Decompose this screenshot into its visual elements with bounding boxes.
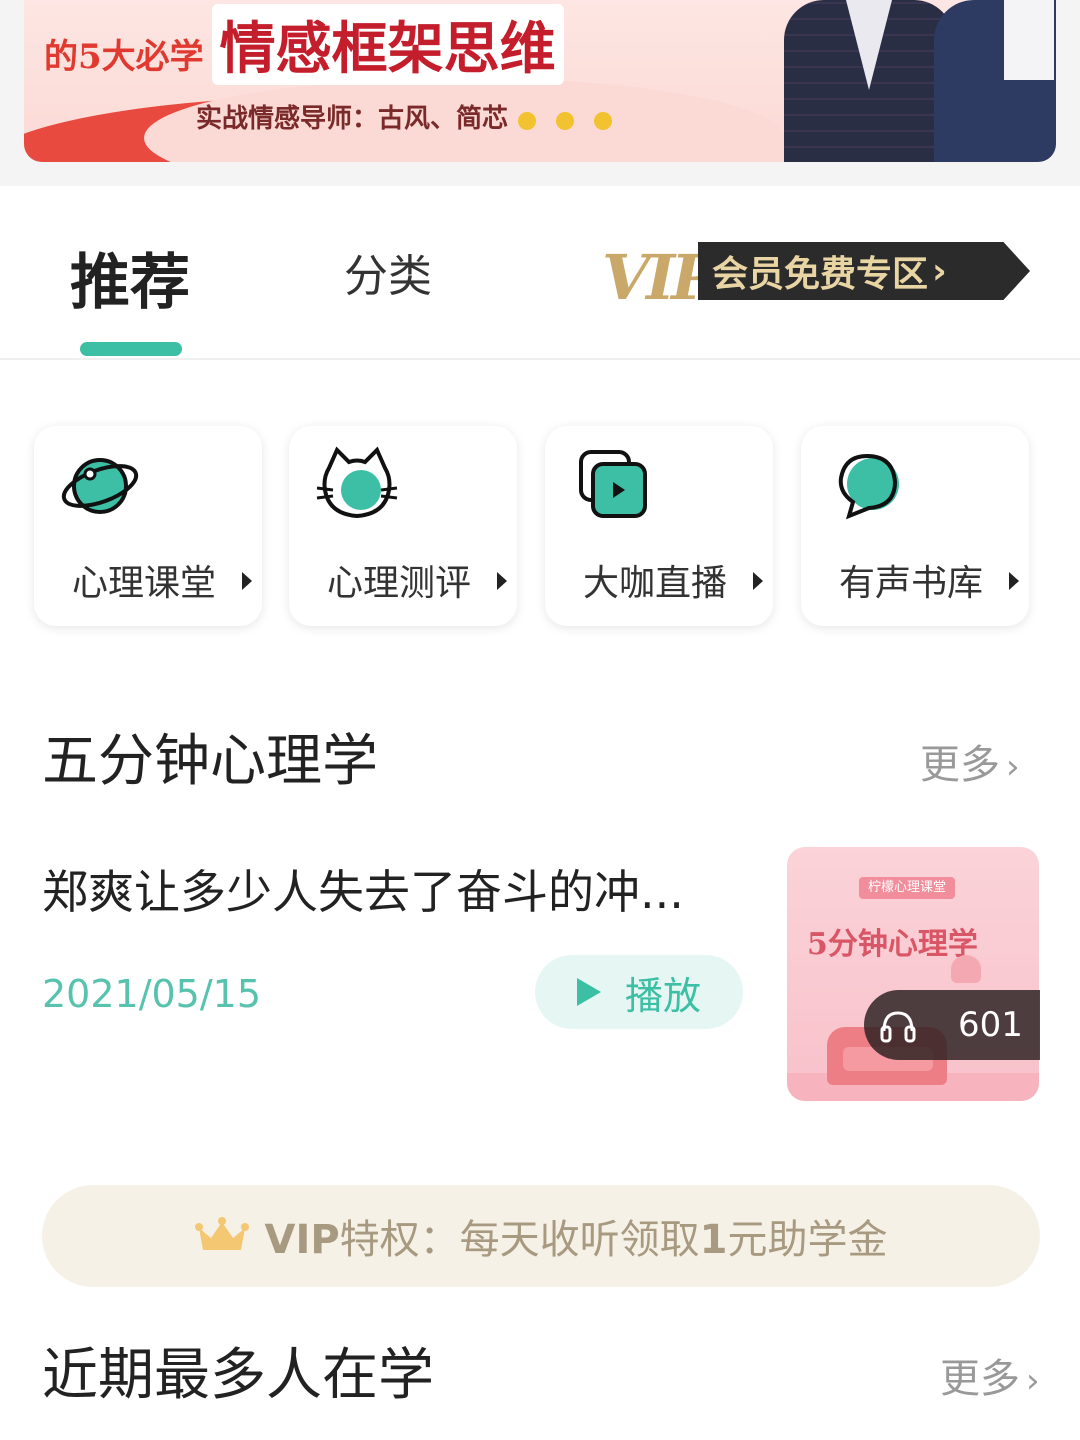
- active-tab-indicator: [80, 342, 182, 356]
- cat-icon: [316, 446, 398, 519]
- banner-headline: 的5大必学 情感框架思维: [44, 4, 564, 85]
- card-label: 大咖直播: [583, 563, 728, 604]
- more-link-popular[interactable]: 更多 ›: [940, 1346, 1040, 1404]
- more-link-five-min[interactable]: 更多 ›: [920, 732, 1020, 790]
- chat-bubble-icon: [838, 453, 899, 520]
- listen-count: 601: [958, 1005, 1023, 1045]
- vip-privilege-text: VIP特权：每天收听领取1元助学金: [265, 1207, 888, 1265]
- banner-title: 情感框架思维: [211, 4, 564, 85]
- caret-right-icon: [242, 572, 252, 590]
- tab-recommend[interactable]: 推荐: [70, 234, 190, 321]
- banner-container: 的5大必学 情感框架思维 实战情感导师：古风、简芯: [0, 0, 1080, 186]
- mentor-figure: [784, 0, 954, 162]
- vip-privilege-suffix: 元助学金: [727, 1217, 888, 1263]
- crown-icon: [194, 1217, 249, 1250]
- caret-right-icon: [753, 572, 763, 590]
- vip-logo: VIP: [602, 241, 718, 314]
- play-label: 播放: [624, 973, 701, 1018]
- section-title-five-min: 五分钟心理学: [42, 729, 378, 794]
- card-label: 心理课堂: [72, 563, 217, 604]
- more-label: 更多: [940, 1356, 1020, 1402]
- episode-thumbnail[interactable]: 柠檬心理课堂 5分钟心理学: [787, 847, 1039, 1101]
- mentor-figure: [934, 0, 1056, 162]
- planet-icon: [61, 458, 139, 514]
- chevron-right-icon: ›: [932, 250, 947, 292]
- banner-mentor-photo: [744, 0, 1056, 162]
- card-psych-assessment[interactable]: 心理测评: [289, 426, 517, 626]
- vip-prefix: VIP: [264, 1217, 340, 1263]
- card-label: 有声书库: [839, 563, 984, 604]
- banner-prefix: 的5大必学: [44, 37, 204, 77]
- vip-privilege-body: 特权：每天收听领取: [339, 1217, 700, 1263]
- chevron-right-icon: ›: [1026, 1361, 1040, 1401]
- quick-access-cards: 心理课堂 心理测评 大咖直播 有声书库: [34, 426, 1034, 626]
- episode-title[interactable]: 郑爽让多少人失去了奋斗的冲...: [42, 856, 742, 922]
- banner-mentors: 实战情感导师：古风、简芯: [196, 104, 509, 134]
- caret-right-icon: [497, 572, 507, 590]
- tab-category[interactable]: 分类: [344, 240, 432, 304]
- more-label: 更多: [920, 742, 1000, 788]
- tab-bar: 推荐 分类 VIP 会员免费专区 ›: [0, 186, 1080, 360]
- card-psych-class[interactable]: 心理课堂: [34, 426, 262, 626]
- video-play-icon: [579, 450, 647, 518]
- section-title-popular: 近期最多人在学: [42, 1343, 434, 1408]
- listen-count-badge: 601: [864, 990, 1040, 1060]
- vip-amount: 1: [699, 1217, 728, 1263]
- thumb-title: 5分钟心理学: [807, 927, 978, 962]
- vip-zone-label: 会员免费专区: [712, 254, 929, 295]
- vip-zone-banner: 会员免费专区 ›: [698, 242, 1030, 300]
- episode-date: 2021/05/15: [42, 972, 262, 1016]
- play-button[interactable]: 播放: [535, 955, 743, 1029]
- headphones-icon: [880, 1011, 916, 1043]
- card-label: 心理测评: [327, 563, 472, 604]
- play-icon: [576, 978, 601, 1006]
- thumb-brand: 柠檬心理课堂: [859, 877, 955, 899]
- card-live-stream[interactable]: 大咖直播: [545, 426, 773, 626]
- banner-dot: [518, 112, 536, 130]
- vip-privilege-banner[interactable]: VIP特权：每天收听领取1元助学金: [42, 1185, 1040, 1287]
- lamp-illustration: [951, 955, 981, 983]
- banner-dot: [556, 112, 574, 130]
- chevron-right-icon: ›: [1006, 747, 1020, 787]
- banner-dot: [594, 112, 612, 130]
- card-audiobooks[interactable]: 有声书库: [801, 426, 1029, 626]
- caret-right-icon: [1009, 572, 1019, 590]
- vip-free-zone-button[interactable]: VIP 会员免费专区 ›: [602, 236, 1032, 320]
- promo-banner[interactable]: 的5大必学 情感框架思维 实战情感导师：古风、简芯: [24, 0, 1056, 162]
